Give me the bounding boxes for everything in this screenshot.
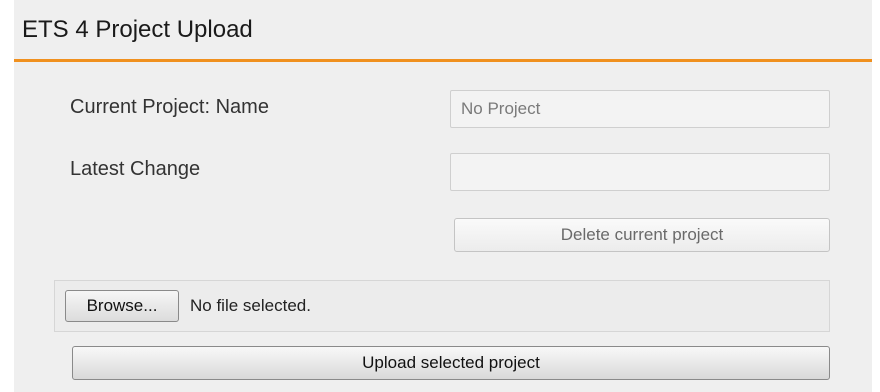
browse-button[interactable]: Browse... <box>65 290 179 322</box>
latest-change-field <box>450 153 830 191</box>
project-name-label: Current Project: Name <box>70 96 269 118</box>
ets-upload-panel: ETS 4 Project Upload Current Project: Na… <box>14 0 872 392</box>
file-status-text: No file selected. <box>190 296 311 315</box>
page-title: ETS 4 Project Upload <box>22 16 253 43</box>
panel-header: ETS 4 Project Upload <box>14 0 872 62</box>
delete-project-button[interactable]: Delete current project <box>454 218 830 252</box>
upload-project-button[interactable]: Upload selected project <box>72 346 830 380</box>
latest-change-label: Latest Change <box>70 158 201 180</box>
project-name-field: No Project <box>450 90 830 128</box>
file-picker: Browse... No file selected. <box>54 280 830 332</box>
